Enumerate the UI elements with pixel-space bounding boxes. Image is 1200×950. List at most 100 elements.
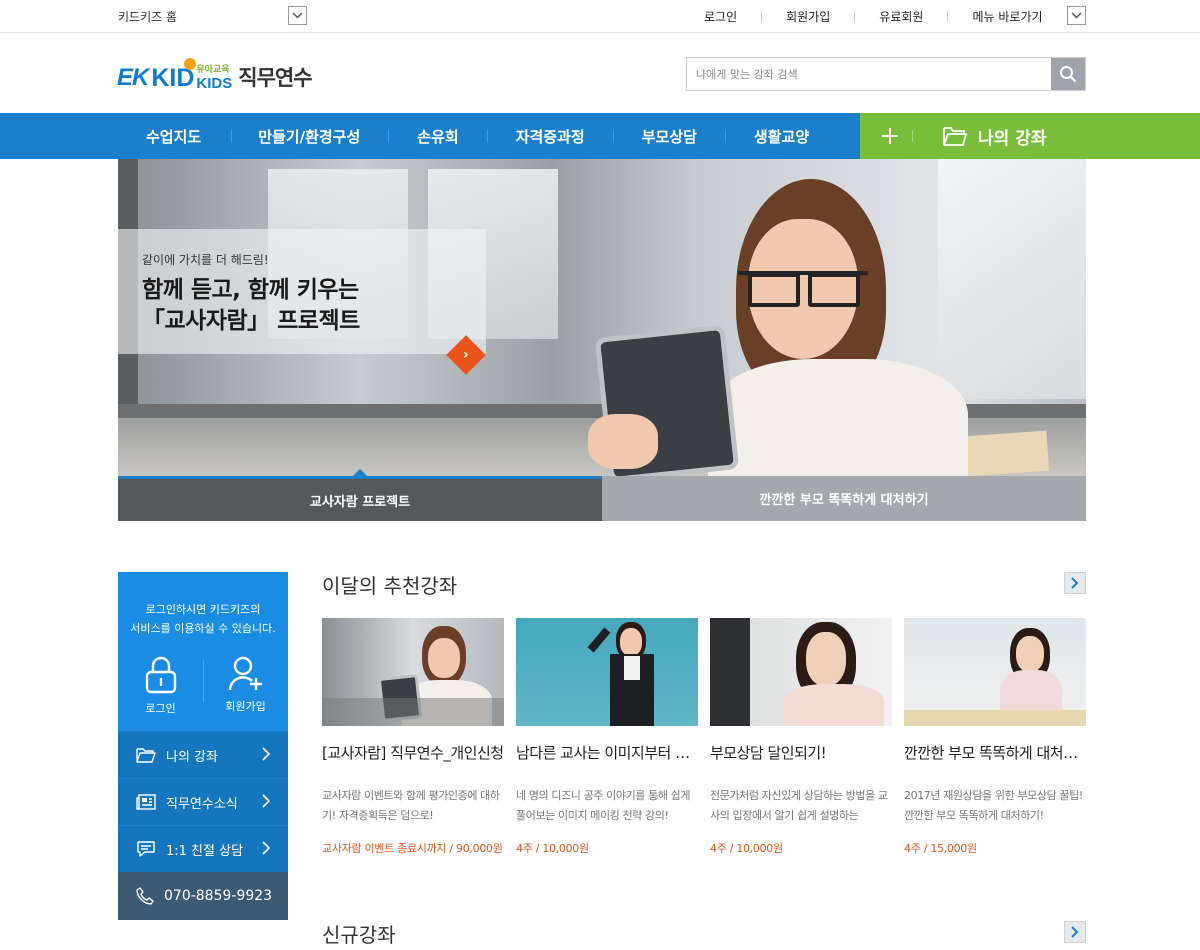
sidebar-item-consult[interactable]: 1:1 친절 상담 xyxy=(118,825,288,872)
divider xyxy=(854,10,856,22)
divider xyxy=(203,660,204,702)
hero-title: 함께 듣고, 함께 키우는 「교사자람」 프로젝트 xyxy=(142,275,360,337)
tab-teacher-project[interactable]: 교사자람 프로젝트 xyxy=(118,469,602,521)
hero-banner[interactable]: 같이에 가치를 더 해드림! 함께 듣고, 함께 키우는 「교사자람」 프로젝트… xyxy=(118,159,1086,476)
home-dropdown-button[interactable] xyxy=(288,6,307,25)
sidebar-join-label: 회원가입 xyxy=(225,700,266,713)
sidebar-item-label: 직무연수소식 xyxy=(166,796,238,812)
search-input[interactable] xyxy=(687,58,1051,90)
divider xyxy=(947,10,949,22)
nav-item-lesson[interactable]: 수업지도 xyxy=(118,113,231,159)
chevron-right-icon xyxy=(1071,926,1079,938)
sidebar-login-button[interactable]: 로그인 xyxy=(118,656,203,720)
nav-item-label: 부모상담 xyxy=(641,127,697,146)
new-courses-more-button[interactable] xyxy=(1064,921,1086,943)
nav-item-crafts[interactable]: 만들기/환경구성 xyxy=(232,113,388,159)
course-price: 4주 / 10,000원 xyxy=(516,842,589,855)
recommended-title: 이달의 추천강좌 xyxy=(322,574,458,598)
logo-title: 직무연수 xyxy=(238,66,312,90)
folder-icon xyxy=(136,748,156,763)
my-course-bar: 나의 강좌 xyxy=(860,113,1200,159)
course-card[interactable]: 부모상담 달인되기! 전문가처럼 자신있게 상담하는 방법을 교사의 입장에서 … xyxy=(710,618,892,856)
logo-kids-text: KIDS xyxy=(196,75,233,92)
login-message: 로그인하시면 키드키즈의 서비스를 이용하실 수 있습니다. xyxy=(118,600,288,638)
nav-item-label: 생활교양 xyxy=(753,127,810,146)
logo-stack: 유아교육 KIDS xyxy=(196,66,233,92)
menu-shortcut-dropdown[interactable] xyxy=(1067,6,1086,25)
sidebar-item-news[interactable]: 직무연수소식 xyxy=(118,778,288,825)
search-box xyxy=(686,57,1086,91)
folder-icon xyxy=(943,127,967,146)
sidebar: 로그인하시면 키드키즈의 서비스를 이용하실 수 있습니다. 로그인 회원가입 xyxy=(118,572,288,922)
course-title: [교사자람] 직무연수_개인신청 xyxy=(322,744,504,762)
course-thumbnail xyxy=(516,618,698,726)
phone-number: 070-8859-9923 xyxy=(164,888,273,904)
hero-woman-illustration xyxy=(708,179,968,476)
course-title: 깐깐한 부모 똑똑하게 대처하기 xyxy=(904,744,1086,762)
hero-title-line1: 함께 듣고, 함께 키우는 xyxy=(142,277,359,303)
lock-icon xyxy=(145,656,176,694)
nav-item-label: 손유희 xyxy=(417,127,459,146)
course-price: 4주 / 15,000원 xyxy=(904,842,977,855)
nav-item-label: 자격증과정 xyxy=(515,127,585,146)
chevron-down-icon xyxy=(1071,12,1082,19)
course-price: 4주 / 10,000원 xyxy=(710,842,783,855)
login-message-line1: 로그인하시면 키드키즈의 xyxy=(145,603,261,616)
course-desc: 전문가처럼 자신있게 상담하는 방법을 교사의 입장에서 알기 쉽게 설명하는 xyxy=(710,789,888,822)
my-course-button[interactable]: 나의 강좌 xyxy=(942,113,1046,159)
nav-items: 수업지도 만들기/환경구성 손유희 자격증과정 부모상담 생활교양 xyxy=(118,113,809,159)
nav-item-label: 만들기/환경구성 xyxy=(258,127,361,146)
tab-picky-parents[interactable]: 깐깐한 부모 똑똑하게 대처하기 xyxy=(602,476,1086,521)
chevron-right-icon: › xyxy=(463,347,469,363)
course-desc: 네 명의 디즈니 공주 이야기를 통해 쉽게 풀어보는 이미지 메이킹 전략 강… xyxy=(516,789,691,822)
nav-item-culture[interactable]: 생활교양 xyxy=(726,113,809,159)
menu-shortcut-link[interactable]: 메뉴 바로가기 xyxy=(972,8,1042,25)
hero-title-line2: 「교사자람」 프로젝트 xyxy=(142,308,360,334)
sidebar-phone[interactable]: 070-8859-9923 xyxy=(118,872,288,920)
news-icon xyxy=(136,794,156,810)
nav-item-parent-counsel[interactable]: 부모상담 xyxy=(614,113,725,159)
util-links: 로그인 회원가입 유료회원 메뉴 바로가기 xyxy=(704,0,1043,32)
expand-menu-button[interactable] xyxy=(875,121,905,151)
sidebar-login-box: 로그인하시면 키드키즈의 서비스를 이용하실 수 있습니다. 로그인 회원가입 xyxy=(118,572,288,731)
plus-icon xyxy=(882,128,898,144)
course-card[interactable]: 남다른 교사는 이미지부터 다르다 네 명의 디즈니 공주 이야기를 통해 쉽게… xyxy=(516,618,698,856)
new-courses-title: 신규강좌 xyxy=(322,923,396,947)
phone-icon xyxy=(136,887,154,905)
sidebar-join-button[interactable]: 회원가입 xyxy=(203,656,288,720)
login-link[interactable]: 로그인 xyxy=(704,8,737,25)
course-card[interactable]: [교사자람] 직무연수_개인신청 교사자람 이벤트와 함께 평가인증에 대하기!… xyxy=(322,618,504,856)
login-message-line2: 서비스를 이용하실 수 있습니다. xyxy=(130,622,276,635)
chevron-down-icon xyxy=(292,12,303,19)
join-link[interactable]: 회원가입 xyxy=(786,8,830,25)
logo-kid: KID xyxy=(151,58,197,91)
divider xyxy=(761,10,763,22)
logo-ek: EK xyxy=(117,64,149,91)
paid-member-link[interactable]: 유료회원 xyxy=(879,8,923,25)
sidebar-login-label: 로그인 xyxy=(145,702,176,715)
kidkids-home-label: 키드키즈 홈 xyxy=(118,9,178,24)
course-desc: 교사자람 이벤트와 함께 평가인증에 대하기! 자격증획득은 덤으로! xyxy=(322,789,500,822)
add-user-icon xyxy=(228,656,262,691)
tab-label: 깐깐한 부모 똑똑하게 대처하기 xyxy=(759,493,929,508)
utility-bar: 키드키즈 홈 로그인 회원가입 유료회원 메뉴 바로가기 xyxy=(0,0,1200,33)
course-title: 남다른 교사는 이미지부터 다르다 xyxy=(516,744,698,762)
nav-item-fingerplay[interactable]: 손유희 xyxy=(389,113,486,159)
kidkids-home-select[interactable]: 키드키즈 홈 xyxy=(118,0,308,32)
course-thumbnail xyxy=(904,618,1086,726)
chat-icon xyxy=(137,841,155,857)
course-desc: 2017년 재원상담을 위한 부모상담 꿀팁! 깐깐한 부모 똑똑하게 대처하기… xyxy=(904,789,1083,822)
site-logo[interactable]: EK KID 유아교육 KIDS 직무연수 xyxy=(117,55,313,92)
search-button[interactable] xyxy=(1051,58,1085,90)
nav-item-certificate[interactable]: 자격증과정 xyxy=(488,113,613,159)
logo-sun-icon xyxy=(184,58,197,70)
course-title: 부모상담 달인되기! xyxy=(710,744,827,762)
course-card[interactable]: 깐깐한 부모 똑똑하게 대처하기 2017년 재원상담을 위한 부모상담 꿀팁!… xyxy=(904,618,1086,856)
sidebar-item-my-course[interactable]: 나의 강좌 xyxy=(118,731,288,778)
site-header: EK KID 유아교육 KIDS 직무연수 xyxy=(0,33,1200,113)
chevron-right-icon xyxy=(262,747,270,761)
recommended-more-button[interactable] xyxy=(1064,572,1086,594)
chevron-right-icon xyxy=(262,841,270,855)
search-icon xyxy=(1060,66,1077,83)
sidebar-item-label: 나의 강좌 xyxy=(166,749,218,765)
